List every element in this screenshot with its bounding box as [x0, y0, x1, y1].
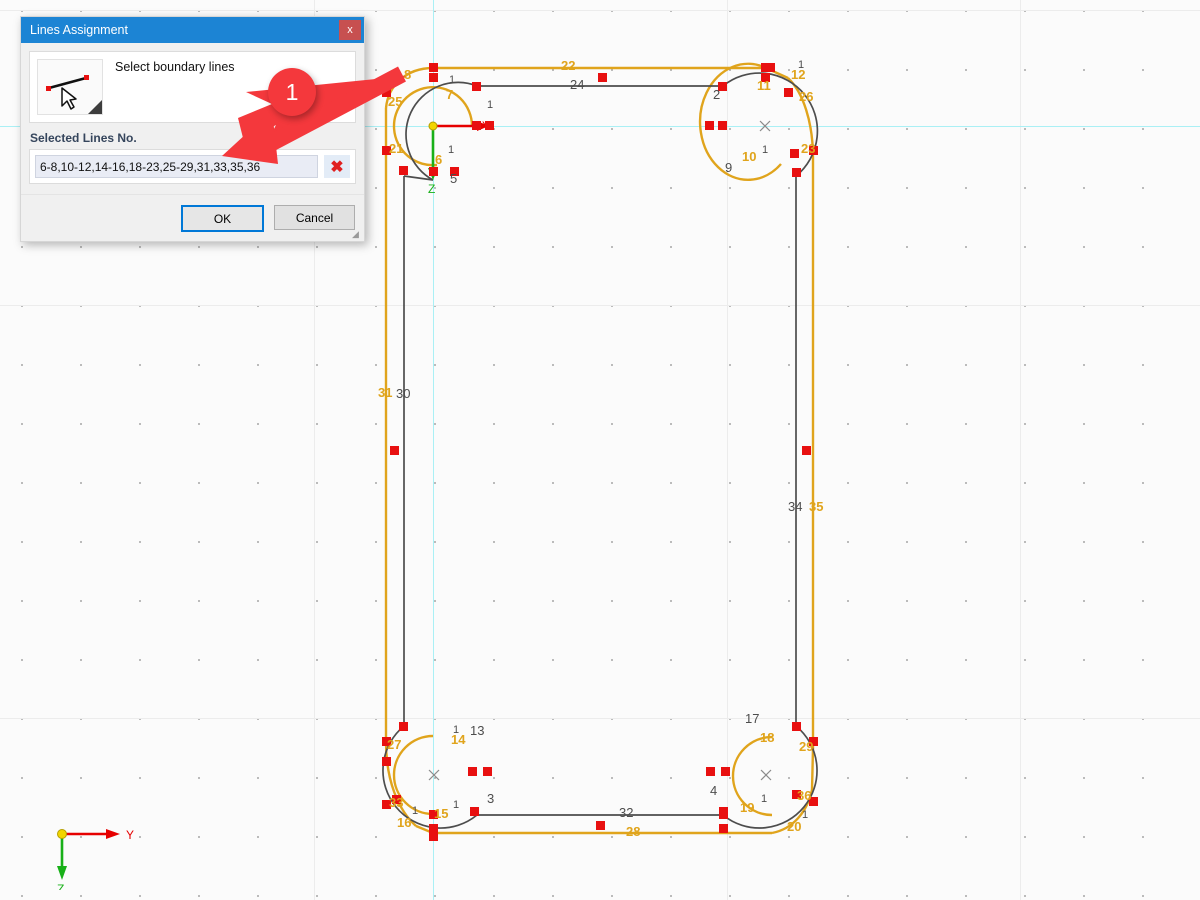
line-number-label: 5 — [450, 171, 457, 186]
selected-lines-input[interactable] — [35, 155, 318, 178]
line-number-label: 26 — [799, 89, 813, 104]
line-number-labels: 825 7161215122241211126210 1 23931 3034 3527 1… — [378, 58, 823, 839]
resize-corner-icon — [88, 100, 102, 114]
line-number-label: 1 — [449, 74, 455, 86]
line-number-label: 18 — [760, 730, 774, 745]
line-number-label: 9 — [725, 160, 732, 175]
selected-lines-label: Selected Lines No. — [30, 131, 137, 145]
line-number-label: 34 — [788, 499, 802, 514]
line-number-label: 27 — [387, 737, 401, 752]
line-number-label: 22 — [561, 58, 575, 73]
line-number-label: 6 — [435, 152, 442, 167]
triad-z-label: Z — [57, 882, 64, 890]
dialog-button-bar: OK Cancel ◢ — [21, 194, 364, 241]
cancel-button[interactable]: Cancel — [274, 205, 355, 230]
line-number-label: 15 — [434, 806, 448, 821]
line-number-label: 4 — [710, 783, 717, 798]
line-with-cursor-icon — [37, 59, 103, 115]
line-number-label: 1 — [487, 99, 493, 111]
resize-grip-icon[interactable]: ◢ — [352, 230, 362, 240]
line-number-label: 8 — [404, 67, 411, 82]
line-number-label: 1 — [802, 809, 808, 821]
line-number-label: 21 — [389, 141, 403, 156]
line-number-label: 28 — [626, 824, 640, 839]
dialog-titlebar[interactable]: Lines Assignment x — [21, 17, 364, 43]
line-number-label: 3 — [487, 791, 494, 806]
line-number-label: 32 — [619, 805, 633, 820]
lines-assignment-dialog[interactable]: Lines Assignment x Select boundary lines — [20, 16, 365, 242]
line-number-label: 19 — [740, 800, 754, 815]
triad-y-label: Y — [126, 828, 134, 842]
instruction-text: Select boundary lines — [115, 60, 235, 74]
selected-lines-row: ✖ — [29, 149, 356, 184]
line-number-label: 7 — [446, 87, 453, 102]
line-number-label: 1 — [761, 793, 767, 805]
line-number-label: 23 — [801, 141, 815, 156]
line-number-label: 30 — [396, 386, 410, 401]
dialog-body: Select boundary lines Selected Lines No.… — [21, 43, 364, 186]
line-number-label: 1 — [412, 805, 418, 817]
red-x-clear-icon[interactable]: ✖ — [324, 155, 350, 178]
viewport-axis-z-label: Z — [428, 182, 435, 196]
line-number-label: 35 — [809, 499, 823, 514]
hole-center-marker — [428, 120, 772, 781]
line-number-label: 33 — [389, 795, 403, 810]
selected-lines-field-group: Selected Lines No. ✖ — [29, 123, 356, 186]
line-number-label: 25 — [388, 94, 402, 109]
axis-triad-widget: Y Z — [57, 828, 134, 890]
line-number-label: 24 — [570, 77, 584, 92]
line-number-label: 1 — [453, 724, 459, 736]
instruction-panel: Select boundary lines — [29, 51, 356, 123]
line-number-label: 1 — [798, 59, 804, 71]
ok-button[interactable]: OK — [181, 205, 264, 232]
line-number-label: 31 — [378, 385, 392, 400]
line-number-label: 13 — [470, 723, 484, 738]
line-number-label: 36 — [797, 788, 811, 803]
line-number-label: 20 — [787, 819, 801, 834]
line-number-label: 10 — [742, 149, 756, 164]
line-number-label: 1 — [448, 144, 454, 156]
line-number-label: 1 — [453, 799, 459, 811]
line-number-label: 16 — [397, 815, 411, 830]
line-number-label: 29 — [799, 739, 813, 754]
application-window: .sel { stroke:#e0a41c; stroke-width:2.4;… — [0, 0, 1200, 900]
line-number-label: 2 — [713, 87, 720, 102]
line-number-label: 17 — [745, 711, 759, 726]
line-number-label: 1 — [762, 144, 768, 156]
close-icon[interactable]: x — [339, 20, 361, 40]
line-number-label: 11 — [757, 78, 771, 93]
dialog-title: Lines Assignment — [30, 23, 128, 37]
